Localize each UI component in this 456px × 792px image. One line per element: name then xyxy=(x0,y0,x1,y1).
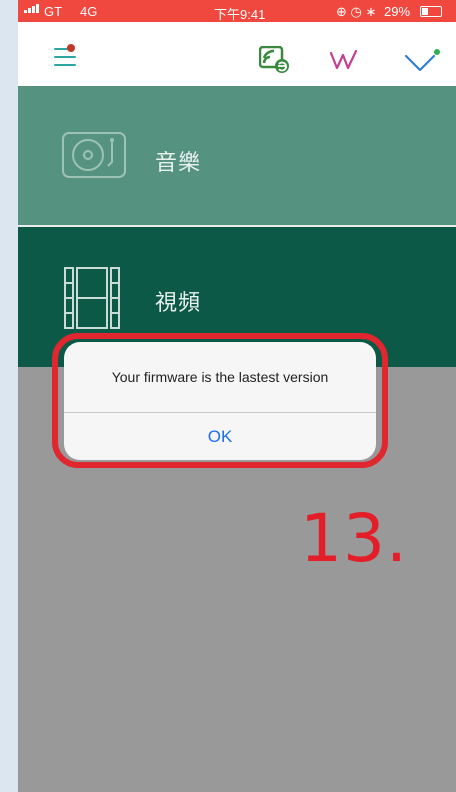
notification-dot xyxy=(67,44,75,52)
network-type-label: 4G xyxy=(80,4,98,19)
w-logo-icon[interactable] xyxy=(330,50,358,70)
menu-icon[interactable] xyxy=(54,44,78,68)
dialog-message: Your firmware is the lastest version xyxy=(111,369,329,385)
film-icon xyxy=(64,267,120,329)
step-annotation: 13. xyxy=(300,500,408,577)
status-bar: GT 4G 下午9:41 ⊕ ◷ ∗ 29% xyxy=(18,0,456,22)
battery-percent: 29% xyxy=(384,4,411,19)
top-toolbar xyxy=(18,22,456,86)
status-time: 下午9:41 xyxy=(214,7,266,22)
list-item-label: 視頻 xyxy=(155,290,202,315)
firmware-alert-dialog: Your firmware is the lastest version OK xyxy=(64,342,376,460)
signal-strength-icon xyxy=(24,4,39,13)
carrier-label: GT xyxy=(44,4,63,19)
ok-button[interactable]: OK xyxy=(64,413,376,460)
check-icon[interactable] xyxy=(404,48,440,74)
list-item-music[interactable]: 音樂 xyxy=(18,86,456,226)
battery-icon xyxy=(420,6,442,17)
cast-icon[interactable] xyxy=(259,46,291,74)
list-item-label: 音樂 xyxy=(155,150,202,175)
alarm-icon: ⊕ ◷ ∗ xyxy=(336,4,377,19)
turntable-icon xyxy=(62,132,126,178)
